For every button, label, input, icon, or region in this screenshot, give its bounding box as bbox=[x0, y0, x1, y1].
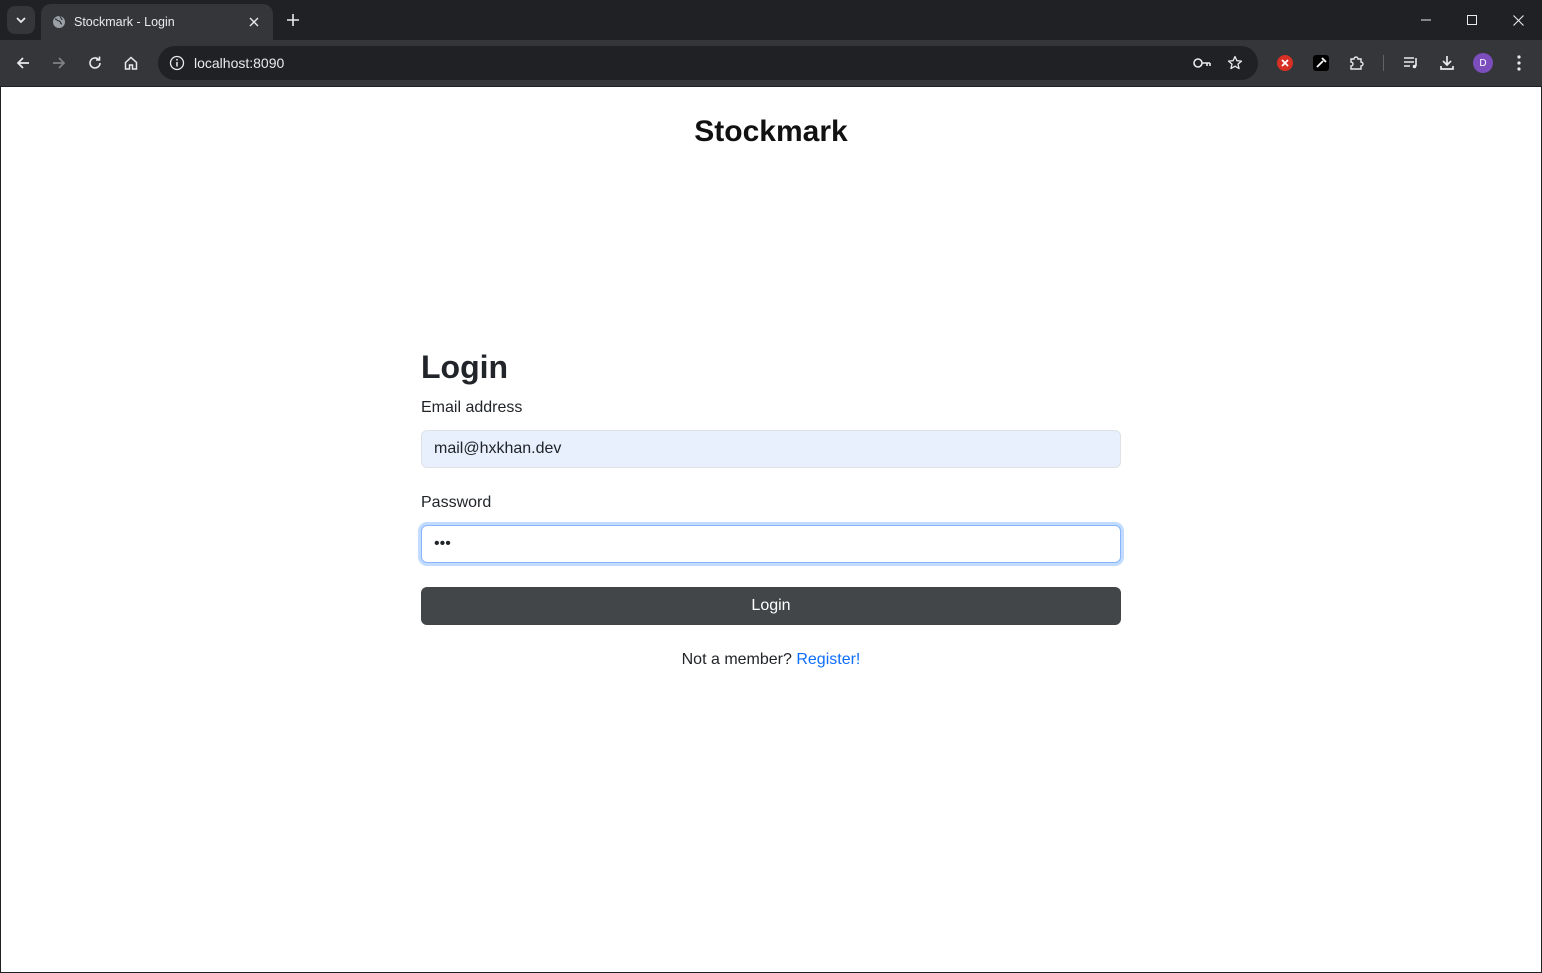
puzzle-icon[interactable] bbox=[1343, 49, 1371, 77]
download-icon[interactable] bbox=[1433, 49, 1461, 77]
maximize-icon bbox=[1467, 15, 1477, 25]
chevron-down-icon bbox=[16, 17, 26, 24]
reload-button[interactable] bbox=[81, 49, 109, 77]
home-icon bbox=[124, 56, 138, 70]
browser-toolbar: localhost:8090 bbox=[0, 40, 1542, 86]
close-window-button[interactable] bbox=[1495, 0, 1541, 40]
plus-icon bbox=[287, 14, 299, 26]
email-label: Email address bbox=[421, 399, 523, 416]
media-playlist-icon[interactable] bbox=[1397, 49, 1425, 77]
tab-active[interactable]: Stockmark - Login bbox=[41, 4, 273, 40]
red-x-extension-icon[interactable] bbox=[1271, 49, 1299, 77]
arrow-right-icon bbox=[53, 57, 66, 69]
tab-search-button[interactable] bbox=[7, 6, 35, 34]
address-bar[interactable]: localhost:8090 bbox=[158, 46, 1258, 80]
password-label: Password bbox=[421, 494, 492, 511]
close-icon[interactable] bbox=[245, 13, 263, 31]
tab-title: Stockmark - Login bbox=[74, 15, 175, 29]
new-tab-button[interactable] bbox=[282, 8, 304, 32]
maximize-button[interactable] bbox=[1449, 0, 1495, 40]
minimize-button[interactable] bbox=[1403, 0, 1449, 40]
profile-avatar[interactable]: D bbox=[1473, 53, 1493, 73]
register-prompt: Not a member? Register! bbox=[421, 651, 1121, 669]
arrow-left-icon bbox=[16, 57, 29, 69]
page-title: Login bbox=[421, 349, 509, 385]
close-icon bbox=[1512, 14, 1524, 26]
back-button[interactable] bbox=[9, 49, 37, 77]
forward-button[interactable] bbox=[45, 49, 73, 77]
more-vert-icon[interactable] bbox=[1505, 49, 1533, 77]
login-form: Login Email address mail@hxkhan.dev Pass… bbox=[421, 349, 1121, 669]
toolbar-divider bbox=[1383, 55, 1384, 71]
login-button[interactable]: Login bbox=[421, 587, 1121, 625]
password-field[interactable]: ••• bbox=[421, 525, 1121, 563]
browser-titlebar: Stockmark - Login bbox=[0, 0, 1542, 40]
page-content: Stockmark Login Email address mail@hxkha… bbox=[1, 87, 1541, 972]
eyedropper-icon[interactable] bbox=[1307, 49, 1335, 77]
email-field[interactable]: mail@hxkhan.dev bbox=[421, 430, 1121, 468]
home-button[interactable] bbox=[117, 49, 145, 77]
globe-icon bbox=[52, 15, 66, 29]
url-text: localhost:8090 bbox=[194, 55, 285, 71]
register-link[interactable]: Register! bbox=[796, 651, 860, 668]
minimize-icon bbox=[1421, 19, 1431, 21]
site-brand: Stockmark bbox=[694, 115, 848, 148]
reload-icon bbox=[89, 56, 101, 69]
info-icon[interactable] bbox=[164, 50, 190, 76]
star-icon[interactable] bbox=[1223, 51, 1247, 75]
register-prompt-text: Not a member? bbox=[681, 651, 792, 668]
key-icon[interactable] bbox=[1190, 51, 1214, 75]
